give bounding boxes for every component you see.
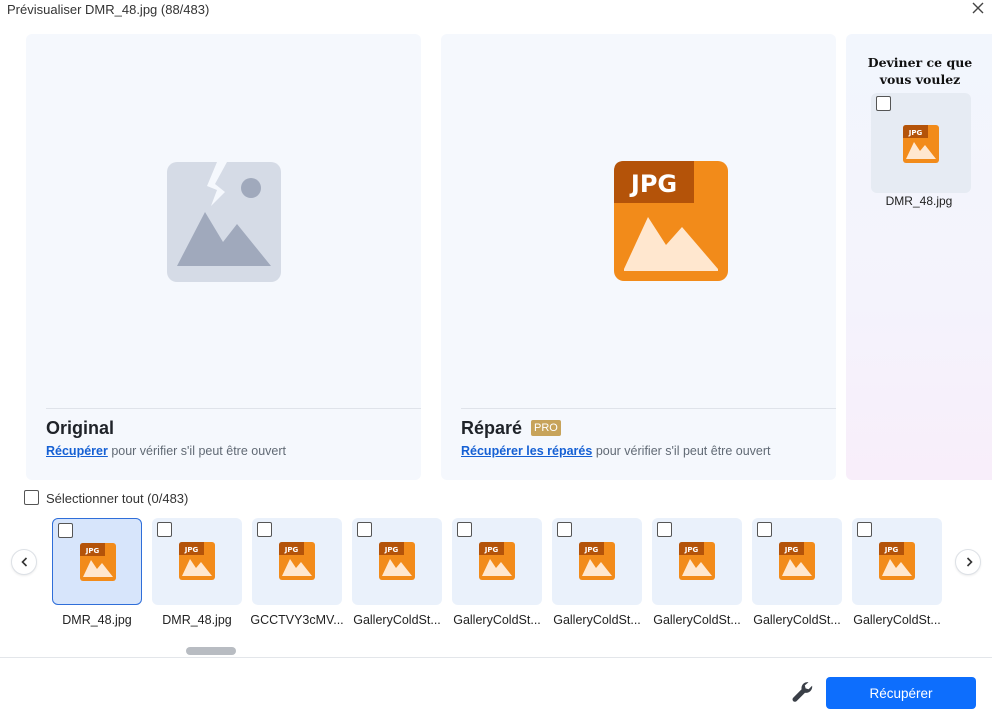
jpg-badge-text: JPG — [85, 547, 100, 555]
thumbnail-name: GalleryColdSt... — [553, 613, 641, 627]
thumbnail-item[interactable]: JPG GCCTVY3cMV... — [250, 518, 344, 638]
jpg-file-icon: JPG — [179, 542, 215, 580]
original-description: Récupérer pour vérifier s'il peut être o… — [46, 444, 286, 458]
horizontal-scrollbar[interactable] — [186, 647, 236, 655]
jpg-file-icon: JPG — [614, 161, 728, 281]
jpg-file-icon: JPG — [879, 542, 915, 580]
jpg-file-icon: JPG — [679, 542, 715, 580]
wrench-icon[interactable] — [791, 680, 813, 704]
thumbnail-card[interactable]: JPG — [652, 518, 742, 605]
recover-repaired-link[interactable]: Récupérer les réparés — [461, 444, 592, 458]
chevron-right-icon — [966, 557, 973, 567]
jpg-file-icon: JPG — [579, 542, 615, 580]
thumbnail-item[interactable]: JPG GalleryColdSt... — [452, 518, 542, 638]
select-all-checkbox[interactable] — [24, 490, 39, 505]
thumbnail-name: DMR_48.jpg — [62, 613, 132, 627]
guess-title: Deviner ce que vous voulez — [867, 55, 973, 87]
jpg-file-icon: JPG — [903, 125, 939, 163]
thumbnail-name: GCCTVY3cMV... — [250, 613, 344, 627]
panel-divider — [46, 408, 421, 409]
thumbnail-item[interactable]: JPG GalleryColdSt... — [852, 518, 942, 638]
jpg-badge-text: JPG — [184, 546, 199, 554]
guess-file-checkbox[interactable] — [876, 96, 891, 111]
jpg-badge-text: JPG — [384, 546, 399, 554]
select-all-label: Sélectionner tout (0/483) — [46, 491, 189, 506]
thumbnail-checkbox[interactable] — [557, 522, 572, 537]
jpg-badge-text: JPG — [884, 546, 899, 554]
thumbnail-checkbox[interactable] — [857, 522, 872, 537]
guess-panel: Deviner ce que vous voulez JPG DMR_48.jp… — [846, 34, 992, 480]
original-label: Original — [46, 418, 115, 438]
thumbnail-card[interactable]: JPG — [352, 518, 442, 605]
carousel-prev-button[interactable] — [11, 549, 37, 575]
thumbnail-item[interactable]: JPG GalleryColdSt... — [352, 518, 442, 638]
recover-original-link[interactable]: Récupérer — [46, 444, 108, 458]
thumbnail-item[interactable]: JPG DMR_48.jpg — [52, 518, 142, 638]
thumbnail-card[interactable]: JPG — [852, 518, 942, 605]
thumbnail-item[interactable]: JPG DMR_48.jpg — [152, 518, 242, 638]
thumbnail-checkbox[interactable] — [457, 522, 472, 537]
chevron-left-icon — [21, 557, 28, 567]
repaired-desc-text: pour vérifier s'il peut être ouvert — [592, 444, 771, 458]
thumbnail-checkbox[interactable] — [257, 522, 272, 537]
jpg-badge-text: JPG — [684, 546, 699, 554]
broken-image-icon — [167, 162, 281, 282]
thumbnail-checkbox[interactable] — [657, 522, 672, 537]
thumbnail-item[interactable]: JPG GalleryColdSt... — [652, 518, 742, 638]
jpg-badge-text: JPG — [484, 546, 499, 554]
thumbnail-checkbox[interactable] — [157, 522, 172, 537]
jpg-badge-text: JPG — [629, 170, 677, 198]
thumbnail-card[interactable]: JPG — [452, 518, 542, 605]
thumbnail-name: GalleryColdSt... — [453, 613, 541, 627]
thumbnail-card[interactable]: JPG — [752, 518, 842, 605]
thumbnail-checkbox[interactable] — [58, 523, 73, 538]
repaired-label: Réparé — [461, 418, 523, 438]
carousel-next-button[interactable] — [955, 549, 981, 575]
jpg-file-icon: JPG — [779, 542, 815, 580]
close-icon[interactable] — [970, 0, 986, 16]
jpg-file-icon: JPG — [479, 542, 515, 580]
original-desc-text: pour vérifier s'il peut être ouvert — [107, 444, 287, 458]
original-preview-panel: Original Récupérer pour vérifier s'il pe… — [26, 34, 421, 480]
thumbnail-card[interactable]: JPG — [252, 518, 342, 605]
panel-divider — [461, 408, 836, 409]
thumbnail-name: GalleryColdSt... — [753, 613, 841, 627]
thumbnail-name: GalleryColdSt... — [353, 613, 441, 627]
thumbnail-card[interactable]: JPG — [152, 518, 242, 605]
guess-file-card[interactable]: JPG — [871, 93, 971, 193]
thumbnail-item[interactable]: JPG GalleryColdSt... — [752, 518, 842, 638]
thumbnail-name: GalleryColdSt... — [853, 613, 941, 627]
title-bar: Prévisualiser DMR_48.jpg (88/483) — [0, 0, 992, 20]
jpg-badge-text: JPG — [284, 546, 299, 554]
guess-file-name: DMR_48.jpg — [885, 194, 953, 208]
jpg-file-icon: JPG — [379, 542, 415, 580]
thumbnail-item[interactable]: JPG GalleryColdSt... — [552, 518, 642, 638]
repaired-description: Récupérer les réparés pour vérifier s'il… — [461, 444, 771, 458]
pro-badge: PRO — [531, 420, 561, 436]
jpg-badge-text: JPG — [908, 129, 923, 137]
window-title: Prévisualiser DMR_48.jpg (88/483) — [7, 2, 210, 17]
thumbnail-card[interactable]: JPG — [552, 518, 642, 605]
footer-divider — [0, 657, 992, 658]
jpg-badge-text: JPG — [784, 546, 799, 554]
thumbnail-card[interactable]: JPG — [52, 518, 142, 605]
recover-button[interactable]: Récupérer — [826, 677, 976, 709]
thumbnail-checkbox[interactable] — [757, 522, 772, 537]
repaired-preview-panel: JPG Réparé PRO Récupérer les réparés pou… — [441, 34, 836, 480]
jpg-file-icon: JPG — [80, 543, 116, 581]
thumbnail-checkbox[interactable] — [357, 522, 372, 537]
jpg-file-icon: JPG — [279, 542, 315, 580]
jpg-badge-text: JPG — [584, 546, 599, 554]
thumbnail-name: GalleryColdSt... — [653, 613, 741, 627]
thumbnail-name: DMR_48.jpg — [162, 613, 232, 627]
